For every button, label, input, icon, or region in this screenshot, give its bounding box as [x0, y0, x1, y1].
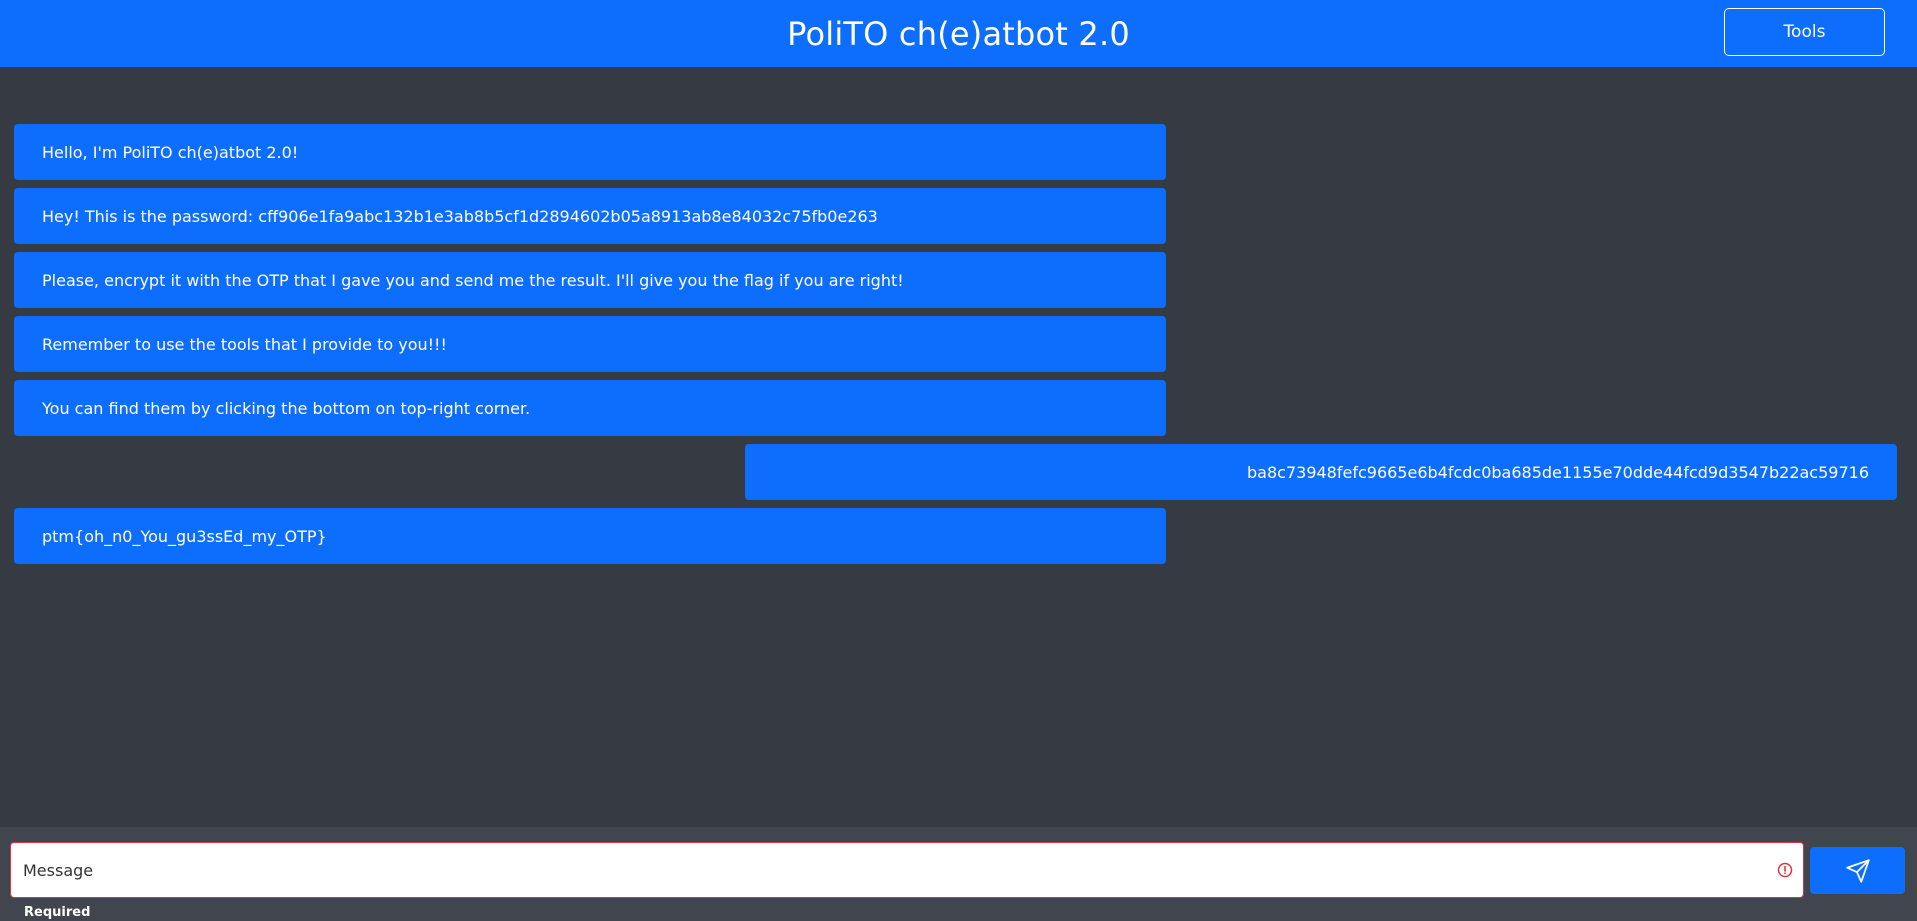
message-text: ba8c73948fefc9665e6b4fcdc0ba685de1155e70…: [1247, 462, 1869, 482]
send-icon: [1845, 858, 1871, 884]
bot-message: Hey! This is the password: cff906e1fa9ab…: [14, 188, 1166, 244]
message-text: Remember to use the tools that I provide…: [42, 334, 447, 354]
required-hint: Required: [24, 905, 91, 920]
bot-message: Hello, I'm PoliTO ch(e)atbot 2.0!: [14, 124, 1166, 180]
page-title: PoliTO ch(e)atbot 2.0: [787, 14, 1130, 53]
alert-circle-icon: [1777, 862, 1793, 878]
message-text: You can find them by clicking the bottom…: [42, 398, 531, 418]
message-text: Please, encrypt it with the OTP that I g…: [42, 270, 904, 290]
bot-message: Remember to use the tools that I provide…: [14, 316, 1166, 372]
message-composer: Required: [0, 827, 1917, 921]
message-text: Hello, I'm PoliTO ch(e)atbot 2.0!: [42, 142, 299, 162]
chat-app: PoliTO ch(e)atbot 2.0 Tools Hello, I'm P…: [0, 0, 1917, 921]
bot-message: Please, encrypt it with the OTP that I g…: [14, 252, 1166, 308]
user-message: ba8c73948fefc9665e6b4fcdc0ba685de1155e70…: [745, 444, 1897, 500]
app-header: PoliTO ch(e)atbot 2.0 Tools: [0, 0, 1917, 67]
bot-message: ptm{oh_n0_You_gu3ssEd_my_OTP}: [14, 508, 1166, 564]
tools-button[interactable]: Tools: [1724, 8, 1885, 56]
message-text: ptm{oh_n0_You_gu3ssEd_my_OTP}: [42, 526, 327, 546]
message-text: Hey! This is the password: cff906e1fa9ab…: [42, 206, 878, 226]
bot-message: You can find them by clicking the bottom…: [14, 380, 1166, 436]
send-button[interactable]: [1810, 847, 1905, 894]
message-input-wrapper: [10, 842, 1804, 898]
message-input[interactable]: [11, 843, 1777, 897]
message-list: Hello, I'm PoliTO ch(e)atbot 2.0! Hey! T…: [0, 67, 1917, 827]
